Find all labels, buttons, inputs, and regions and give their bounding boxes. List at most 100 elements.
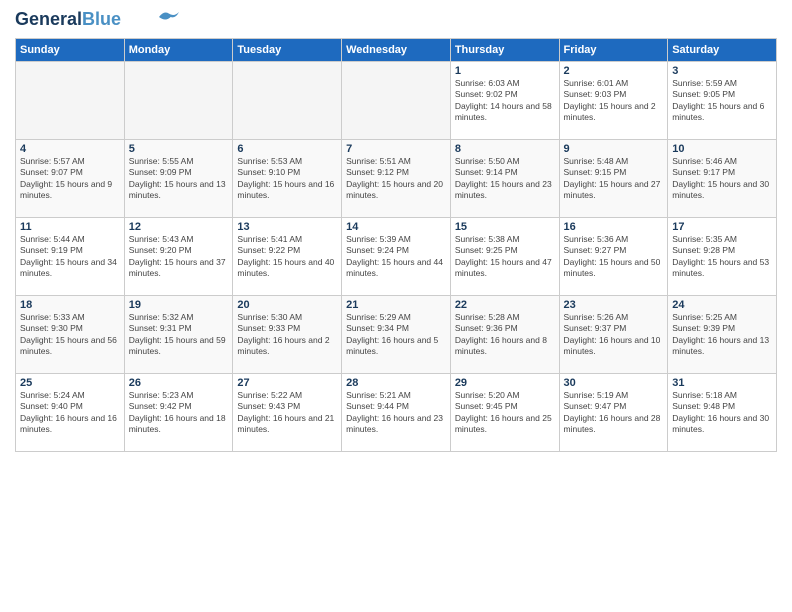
calendar-cell: 19Sunrise: 5:32 AMSunset: 9:31 PMDayligh… — [124, 295, 233, 373]
calendar-cell: 12Sunrise: 5:43 AMSunset: 9:20 PMDayligh… — [124, 217, 233, 295]
day-info: Sunrise: 5:28 AMSunset: 9:36 PMDaylight:… — [455, 312, 555, 358]
day-number: 26 — [129, 377, 229, 389]
day-number: 1 — [455, 65, 555, 77]
day-info: Sunrise: 5:39 AMSunset: 9:24 PMDaylight:… — [346, 234, 446, 280]
weekday-header-sunday: Sunday — [16, 38, 125, 61]
calendar-cell: 11Sunrise: 5:44 AMSunset: 9:19 PMDayligh… — [16, 217, 125, 295]
calendar-cell: 5Sunrise: 5:55 AMSunset: 9:09 PMDaylight… — [124, 139, 233, 217]
week-row-2: 4Sunrise: 5:57 AMSunset: 9:07 PMDaylight… — [16, 139, 777, 217]
day-info: Sunrise: 5:33 AMSunset: 9:30 PMDaylight:… — [20, 312, 120, 358]
day-number: 28 — [346, 377, 446, 389]
header-row: SundayMondayTuesdayWednesdayThursdayFrid… — [16, 38, 777, 61]
day-info: Sunrise: 5:38 AMSunset: 9:25 PMDaylight:… — [455, 234, 555, 280]
weekday-header-monday: Monday — [124, 38, 233, 61]
logo-text: GeneralBlue — [15, 10, 121, 30]
day-info: Sunrise: 5:43 AMSunset: 9:20 PMDaylight:… — [129, 234, 229, 280]
day-number: 20 — [237, 299, 337, 311]
weekday-header-thursday: Thursday — [450, 38, 559, 61]
day-number: 8 — [455, 143, 555, 155]
day-info: Sunrise: 5:50 AMSunset: 9:14 PMDaylight:… — [455, 156, 555, 202]
day-number: 22 — [455, 299, 555, 311]
day-info: Sunrise: 5:20 AMSunset: 9:45 PMDaylight:… — [455, 390, 555, 436]
day-number: 5 — [129, 143, 229, 155]
calendar-cell: 26Sunrise: 5:23 AMSunset: 9:42 PMDayligh… — [124, 373, 233, 451]
day-info: Sunrise: 5:25 AMSunset: 9:39 PMDaylight:… — [672, 312, 772, 358]
day-number: 3 — [672, 65, 772, 77]
week-row-5: 25Sunrise: 5:24 AMSunset: 9:40 PMDayligh… — [16, 373, 777, 451]
week-row-3: 11Sunrise: 5:44 AMSunset: 9:19 PMDayligh… — [16, 217, 777, 295]
day-info: Sunrise: 5:59 AMSunset: 9:05 PMDaylight:… — [672, 78, 772, 124]
day-number: 13 — [237, 221, 337, 233]
day-number: 19 — [129, 299, 229, 311]
day-number: 31 — [672, 377, 772, 389]
day-number: 27 — [237, 377, 337, 389]
day-number: 23 — [564, 299, 664, 311]
day-info: Sunrise: 5:57 AMSunset: 9:07 PMDaylight:… — [20, 156, 120, 202]
calendar-cell: 23Sunrise: 5:26 AMSunset: 9:37 PMDayligh… — [559, 295, 668, 373]
calendar-cell: 1Sunrise: 6:03 AMSunset: 9:02 PMDaylight… — [450, 61, 559, 139]
day-info: Sunrise: 5:21 AMSunset: 9:44 PMDaylight:… — [346, 390, 446, 436]
calendar-cell: 24Sunrise: 5:25 AMSunset: 9:39 PMDayligh… — [668, 295, 777, 373]
calendar-table: SundayMondayTuesdayWednesdayThursdayFrid… — [15, 38, 777, 452]
header: GeneralBlue — [15, 10, 777, 30]
day-info: Sunrise: 6:03 AMSunset: 9:02 PMDaylight:… — [455, 78, 555, 124]
day-info: Sunrise: 6:01 AMSunset: 9:03 PMDaylight:… — [564, 78, 664, 124]
day-info: Sunrise: 5:30 AMSunset: 9:33 PMDaylight:… — [237, 312, 337, 358]
weekday-header-tuesday: Tuesday — [233, 38, 342, 61]
day-info: Sunrise: 5:19 AMSunset: 9:47 PMDaylight:… — [564, 390, 664, 436]
day-number: 18 — [20, 299, 120, 311]
calendar-cell: 25Sunrise: 5:24 AMSunset: 9:40 PMDayligh… — [16, 373, 125, 451]
day-number: 15 — [455, 221, 555, 233]
logo: GeneralBlue — [15, 10, 179, 30]
calendar-cell — [124, 61, 233, 139]
day-info: Sunrise: 5:23 AMSunset: 9:42 PMDaylight:… — [129, 390, 229, 436]
day-info: Sunrise: 5:32 AMSunset: 9:31 PMDaylight:… — [129, 312, 229, 358]
day-number: 16 — [564, 221, 664, 233]
calendar-cell — [342, 61, 451, 139]
day-number: 6 — [237, 143, 337, 155]
day-info: Sunrise: 5:18 AMSunset: 9:48 PMDaylight:… — [672, 390, 772, 436]
calendar-cell — [233, 61, 342, 139]
day-info: Sunrise: 5:26 AMSunset: 9:37 PMDaylight:… — [564, 312, 664, 358]
weekday-header-saturday: Saturday — [668, 38, 777, 61]
calendar-cell: 15Sunrise: 5:38 AMSunset: 9:25 PMDayligh… — [450, 217, 559, 295]
day-info: Sunrise: 5:51 AMSunset: 9:12 PMDaylight:… — [346, 156, 446, 202]
day-info: Sunrise: 5:36 AMSunset: 9:27 PMDaylight:… — [564, 234, 664, 280]
calendar-cell: 20Sunrise: 5:30 AMSunset: 9:33 PMDayligh… — [233, 295, 342, 373]
day-info: Sunrise: 5:35 AMSunset: 9:28 PMDaylight:… — [672, 234, 772, 280]
day-info: Sunrise: 5:41 AMSunset: 9:22 PMDaylight:… — [237, 234, 337, 280]
day-number: 11 — [20, 221, 120, 233]
day-info: Sunrise: 5:46 AMSunset: 9:17 PMDaylight:… — [672, 156, 772, 202]
day-number: 9 — [564, 143, 664, 155]
day-number: 7 — [346, 143, 446, 155]
calendar-cell: 16Sunrise: 5:36 AMSunset: 9:27 PMDayligh… — [559, 217, 668, 295]
main-container: GeneralBlue SundayMondayTuesdayWednesday… — [0, 0, 792, 457]
weekday-header-wednesday: Wednesday — [342, 38, 451, 61]
calendar-cell: 30Sunrise: 5:19 AMSunset: 9:47 PMDayligh… — [559, 373, 668, 451]
calendar-cell: 31Sunrise: 5:18 AMSunset: 9:48 PMDayligh… — [668, 373, 777, 451]
calendar-cell: 9Sunrise: 5:48 AMSunset: 9:15 PMDaylight… — [559, 139, 668, 217]
calendar-cell: 22Sunrise: 5:28 AMSunset: 9:36 PMDayligh… — [450, 295, 559, 373]
day-info: Sunrise: 5:44 AMSunset: 9:19 PMDaylight:… — [20, 234, 120, 280]
calendar-cell: 7Sunrise: 5:51 AMSunset: 9:12 PMDaylight… — [342, 139, 451, 217]
logo-icon — [159, 10, 179, 24]
day-number: 10 — [672, 143, 772, 155]
day-number: 24 — [672, 299, 772, 311]
calendar-cell: 8Sunrise: 5:50 AMSunset: 9:14 PMDaylight… — [450, 139, 559, 217]
day-number: 30 — [564, 377, 664, 389]
day-info: Sunrise: 5:55 AMSunset: 9:09 PMDaylight:… — [129, 156, 229, 202]
calendar-cell: 18Sunrise: 5:33 AMSunset: 9:30 PMDayligh… — [16, 295, 125, 373]
calendar-cell: 10Sunrise: 5:46 AMSunset: 9:17 PMDayligh… — [668, 139, 777, 217]
day-info: Sunrise: 5:53 AMSunset: 9:10 PMDaylight:… — [237, 156, 337, 202]
calendar-cell: 17Sunrise: 5:35 AMSunset: 9:28 PMDayligh… — [668, 217, 777, 295]
calendar-cell: 3Sunrise: 5:59 AMSunset: 9:05 PMDaylight… — [668, 61, 777, 139]
calendar-cell: 4Sunrise: 5:57 AMSunset: 9:07 PMDaylight… — [16, 139, 125, 217]
day-number: 29 — [455, 377, 555, 389]
calendar-cell: 21Sunrise: 5:29 AMSunset: 9:34 PMDayligh… — [342, 295, 451, 373]
calendar-cell: 14Sunrise: 5:39 AMSunset: 9:24 PMDayligh… — [342, 217, 451, 295]
day-number: 4 — [20, 143, 120, 155]
calendar-cell: 13Sunrise: 5:41 AMSunset: 9:22 PMDayligh… — [233, 217, 342, 295]
day-number: 17 — [672, 221, 772, 233]
weekday-header-friday: Friday — [559, 38, 668, 61]
calendar-cell: 2Sunrise: 6:01 AMSunset: 9:03 PMDaylight… — [559, 61, 668, 139]
